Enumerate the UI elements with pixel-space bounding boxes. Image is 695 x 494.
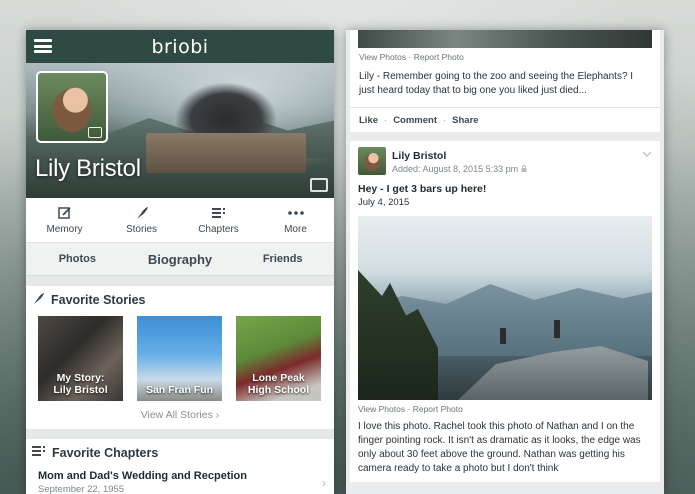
report-photo-link[interactable]: Report Photo bbox=[414, 52, 464, 62]
like-button[interactable]: Like bbox=[359, 115, 378, 126]
post-header: Lily Bristol Added: August 8, 2015 5:33 … bbox=[350, 141, 660, 175]
tab-photos[interactable]: Photos bbox=[26, 253, 129, 265]
app-logo: briobi bbox=[151, 35, 209, 58]
post-photo[interactable] bbox=[358, 216, 652, 400]
post-photo[interactable] bbox=[358, 30, 652, 48]
stories-list: My Story: Lily Bristol San Fran Fun Lone… bbox=[26, 312, 334, 401]
story-card[interactable]: San Fran Fun bbox=[137, 316, 222, 401]
view-all-stories-link[interactable]: View All Stories › bbox=[26, 401, 334, 429]
story-card[interactable]: Lone Peak High School bbox=[236, 316, 321, 401]
favorite-stories-heading: Favorite Stories bbox=[26, 286, 334, 312]
report-photo-link[interactable]: Report Photo bbox=[413, 404, 463, 414]
camera-icon[interactable] bbox=[88, 127, 102, 138]
stories-button[interactable]: Stories bbox=[103, 198, 180, 242]
chevron-right-icon: › bbox=[322, 476, 326, 490]
quill-icon bbox=[32, 292, 45, 308]
profile-avatar[interactable] bbox=[36, 71, 108, 143]
action-bar: Memory Stories Chapters More bbox=[26, 198, 334, 243]
divider bbox=[26, 429, 334, 439]
view-photos-link[interactable]: View Photos bbox=[359, 52, 406, 62]
favorite-chapters-heading: Favorite Chapters bbox=[26, 439, 334, 464]
post-body: I love this photo. Rachel took this phot… bbox=[358, 421, 641, 474]
avatar[interactable] bbox=[358, 147, 386, 175]
profile-name: Lily Bristol bbox=[35, 155, 141, 182]
post-title: Hey - I get 3 bars up here! bbox=[358, 183, 487, 195]
post-caption: Lily - Remember going to the zoo and see… bbox=[359, 71, 634, 96]
chapters-button[interactable]: Chapters bbox=[180, 198, 257, 242]
top-bar: briobi bbox=[26, 30, 334, 63]
photo-links: View Photos · Report Photo bbox=[359, 52, 464, 62]
feed-screen: View Photos · Report Photo Lily - Rememb… bbox=[346, 30, 664, 494]
post-actions: Like · Comment · Share bbox=[350, 107, 660, 132]
post-date: July 4, 2015 bbox=[358, 197, 410, 208]
more-button[interactable]: More bbox=[257, 198, 334, 242]
divider bbox=[26, 276, 334, 286]
cover-photo[interactable]: Lily Bristol bbox=[26, 63, 334, 198]
feed-card: Lily Bristol Added: August 8, 2015 5:33 … bbox=[350, 141, 660, 482]
tab-biography[interactable]: Biography bbox=[129, 252, 232, 267]
chapters-icon bbox=[211, 206, 227, 220]
tab-friends[interactable]: Friends bbox=[231, 253, 334, 265]
story-card[interactable]: My Story: Lily Bristol bbox=[38, 316, 123, 401]
memory-button[interactable]: Memory bbox=[26, 198, 103, 242]
camera-icon[interactable] bbox=[310, 178, 328, 192]
more-icon bbox=[287, 206, 304, 220]
menu-icon[interactable] bbox=[34, 39, 52, 53]
view-photos-link[interactable]: View Photos bbox=[358, 404, 405, 414]
chevron-down-icon[interactable] bbox=[642, 149, 652, 160]
profile-screen: briobi Lily Bristol Memory Stories Chapt… bbox=[26, 30, 334, 494]
quill-icon bbox=[134, 206, 150, 220]
feed-card: View Photos · Report Photo Lily - Rememb… bbox=[350, 30, 660, 132]
post-author[interactable]: Lily Bristol bbox=[392, 150, 527, 162]
chevron-right-icon: › bbox=[215, 409, 220, 421]
post-date-line: Added: August 8, 2015 5:33 pm bbox=[392, 164, 527, 174]
share-button[interactable]: Share bbox=[452, 115, 478, 126]
edit-icon bbox=[57, 206, 73, 220]
comment-button[interactable]: Comment bbox=[393, 115, 437, 126]
profile-tabs: Photos Biography Friends bbox=[26, 243, 334, 276]
lock-icon bbox=[521, 164, 527, 174]
photo-links: View Photos · Report Photo bbox=[358, 404, 463, 414]
chapters-icon bbox=[32, 445, 46, 460]
chapter-item[interactable]: Mom and Dad's Wedding and Recpetion Sept… bbox=[26, 464, 334, 494]
